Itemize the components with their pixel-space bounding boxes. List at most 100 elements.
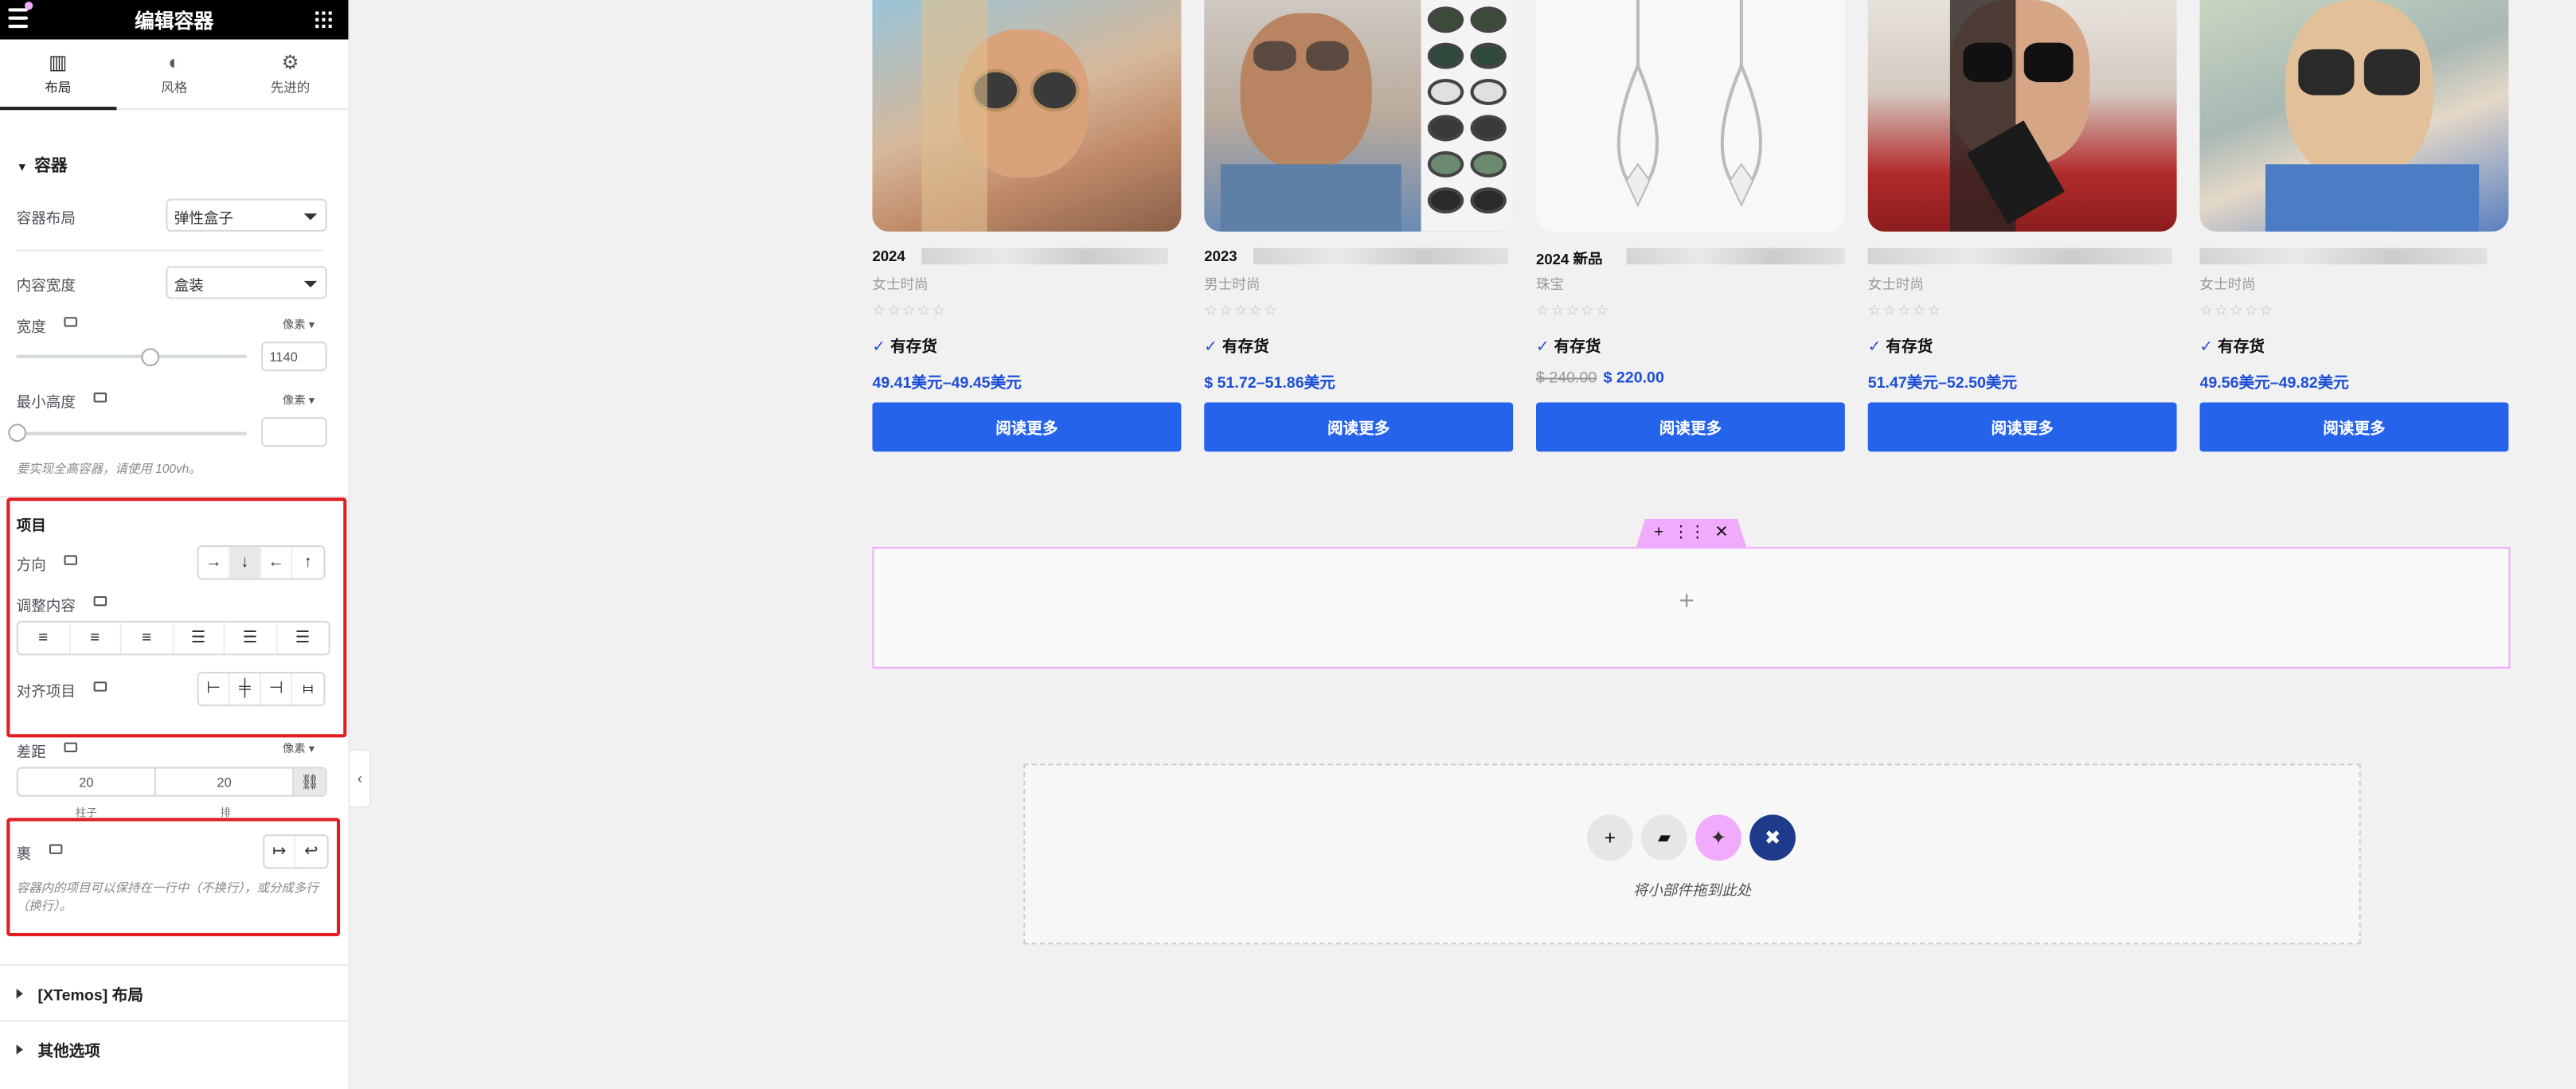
direction-row-button[interactable]: →: [199, 547, 230, 579]
tab-advanced[interactable]: ⚙ 先进的: [233, 40, 349, 109]
check-icon: ✓: [1204, 338, 1218, 357]
width-unit[interactable]: 像素 ▾: [283, 317, 315, 334]
lens-shape: [1427, 6, 1464, 33]
add-container-icon[interactable]: +: [1654, 524, 1663, 542]
product-category[interactable]: 女士时尚: [2199, 275, 2255, 295]
desktop-icon[interactable]: [64, 742, 77, 752]
earrings-image: [1616, 0, 1762, 208]
direction-row-reverse-button[interactable]: ←: [261, 547, 293, 579]
add-element-icon[interactable]: +: [1679, 588, 1694, 618]
gap-column-input[interactable]: 20: [18, 768, 156, 795]
width-slider[interactable]: [16, 354, 247, 358]
justify-center-icon[interactable]: ≡: [70, 622, 122, 654]
desktop-icon[interactable]: [93, 595, 107, 607]
product-card: 2023 男士时尚 ☆☆☆☆☆ ✓ 有存货 $ 51.72–51.86美元 阅读更…: [1204, 0, 1514, 452]
lens-shape: [1470, 79, 1507, 106]
check-icon: ✓: [1535, 338, 1550, 357]
direction-column-button[interactable]: ↓: [229, 547, 262, 579]
min-height-slider[interactable]: [16, 431, 247, 435]
min-height-input[interactable]: [261, 417, 327, 447]
selected-container[interactable]: +: [872, 547, 2511, 669]
desktop-icon[interactable]: [64, 317, 77, 327]
section-container-toggle[interactable]: ▼ 容器: [17, 151, 68, 176]
tab-layout[interactable]: ▥ 布局: [0, 40, 116, 111]
justify-space-evenly-icon[interactable]: ☰: [277, 623, 329, 654]
product-image[interactable]: [2199, 0, 2509, 232]
check-icon: ✓: [2199, 338, 2213, 357]
caret-right-icon: [16, 1044, 28, 1054]
read-more-button[interactable]: 阅读更多: [1204, 402, 1514, 452]
read-more-button[interactable]: 阅读更多: [1867, 402, 2177, 452]
direction-buttons: → ↓ ← ↑: [197, 545, 326, 580]
ai-sparkle-icon[interactable]: ✦: [1695, 814, 1741, 861]
gap-row-input[interactable]: 20: [156, 768, 295, 795]
min-height-unit[interactable]: 像素 ▾: [283, 392, 315, 409]
xtemos-icon[interactable]: ✖: [1749, 814, 1796, 861]
product-category[interactable]: 女士时尚: [1868, 275, 1924, 295]
widgets-grid-icon[interactable]: [315, 11, 332, 29]
price-value: $ 220.00: [1603, 369, 1664, 388]
align-center-icon[interactable]: ╪: [230, 673, 262, 705]
folder-icon[interactable]: ▰: [1641, 814, 1687, 861]
widget-drop-zone[interactable]: + ▰ ✦ ✖ 将小部件拖到此处: [1023, 763, 2361, 945]
desktop-icon[interactable]: [93, 681, 107, 692]
section-other-options[interactable]: 其他选项: [0, 1020, 350, 1075]
lens-shape: [1470, 6, 1507, 33]
read-more-button[interactable]: 阅读更多: [872, 402, 1182, 452]
wrap-note: 容器内的项目可以保持在一行中（不换行），或分成多行（换行）。: [16, 880, 319, 914]
product-image[interactable]: [1867, 0, 2177, 232]
container-layout-select[interactable]: 弹性盒子: [166, 198, 327, 232]
add-section-icon[interactable]: +: [1586, 814, 1633, 861]
hamburger-menu-icon[interactable]: [8, 8, 29, 31]
desktop-icon[interactable]: [49, 844, 63, 854]
gear-icon: ⚙: [281, 50, 299, 74]
desktop-icon[interactable]: [64, 555, 77, 565]
product-category[interactable]: 女士时尚: [873, 275, 928, 295]
blurred-title: [1626, 248, 1845, 265]
desktop-icon[interactable]: [93, 392, 107, 403]
product-category[interactable]: 男士时尚: [1204, 275, 1260, 295]
section-xtemos-layout[interactable]: [XTemos] 布局: [0, 964, 350, 1020]
gap-unit[interactable]: 像素 ▾: [283, 741, 315, 758]
blurred-title: [1867, 248, 2172, 265]
width-input[interactable]: 1140: [261, 342, 327, 372]
link-icon[interactable]: ⛓: [294, 768, 326, 795]
collapse-panel-button[interactable]: ‹: [350, 748, 372, 809]
stock-status: ✓ 有存货: [1536, 334, 1601, 357]
delete-container-icon[interactable]: ✕: [1714, 524, 1728, 542]
product-price: 49.41美元–49.45美元: [873, 369, 1022, 392]
lens-shape: [1470, 42, 1507, 69]
min-height-slider-handle[interactable]: [8, 424, 27, 443]
product-image[interactable]: [872, 0, 1182, 232]
wrap-icon[interactable]: ↩: [295, 836, 326, 867]
drag-handle-icon[interactable]: ⋮⋮: [1673, 524, 1706, 542]
justify-end-icon[interactable]: ≡: [122, 622, 174, 654]
lens-shape: [1427, 115, 1464, 142]
content-width-select[interactable]: 盒装: [166, 266, 327, 299]
blurred-title: [1253, 248, 1508, 265]
justify-space-around-icon[interactable]: ☰: [225, 622, 277, 654]
items-title: 项目: [16, 517, 46, 534]
read-more-button[interactable]: 阅读更多: [2199, 402, 2509, 452]
section-title: 容器: [34, 158, 68, 176]
tab-style[interactable]: ◐ 风格: [116, 40, 233, 109]
stock-text: 有存货: [890, 338, 937, 357]
panel-tabs: ▥ 布局 ◐ 风格 ⚙ 先进的: [0, 40, 349, 111]
align-end-icon[interactable]: ⊣: [261, 673, 293, 705]
width-slider-handle[interactable]: [141, 348, 160, 367]
gap-row-caption: 排: [220, 808, 231, 820]
direction-column-reverse-button[interactable]: ↑: [292, 547, 323, 578]
gap-column-caption: 柱子: [75, 808, 97, 820]
align-start-icon[interactable]: ⊢: [199, 673, 230, 705]
product-category[interactable]: 珠宝: [1536, 275, 1564, 295]
tab-label: 布局: [45, 80, 72, 96]
product-image[interactable]: [1204, 0, 1514, 232]
layout-icon: ▥: [49, 50, 68, 74]
rating-stars: ☆☆☆☆☆: [1535, 302, 1611, 319]
product-image[interactable]: [1535, 0, 1845, 232]
read-more-button[interactable]: 阅读更多: [1535, 402, 1845, 452]
no-wrap-icon[interactable]: ↦: [264, 836, 296, 868]
justify-space-between-icon[interactable]: ☰: [174, 622, 225, 654]
align-stretch-icon[interactable]: ⧦: [292, 673, 323, 705]
justify-start-icon[interactable]: ≡: [18, 622, 70, 654]
